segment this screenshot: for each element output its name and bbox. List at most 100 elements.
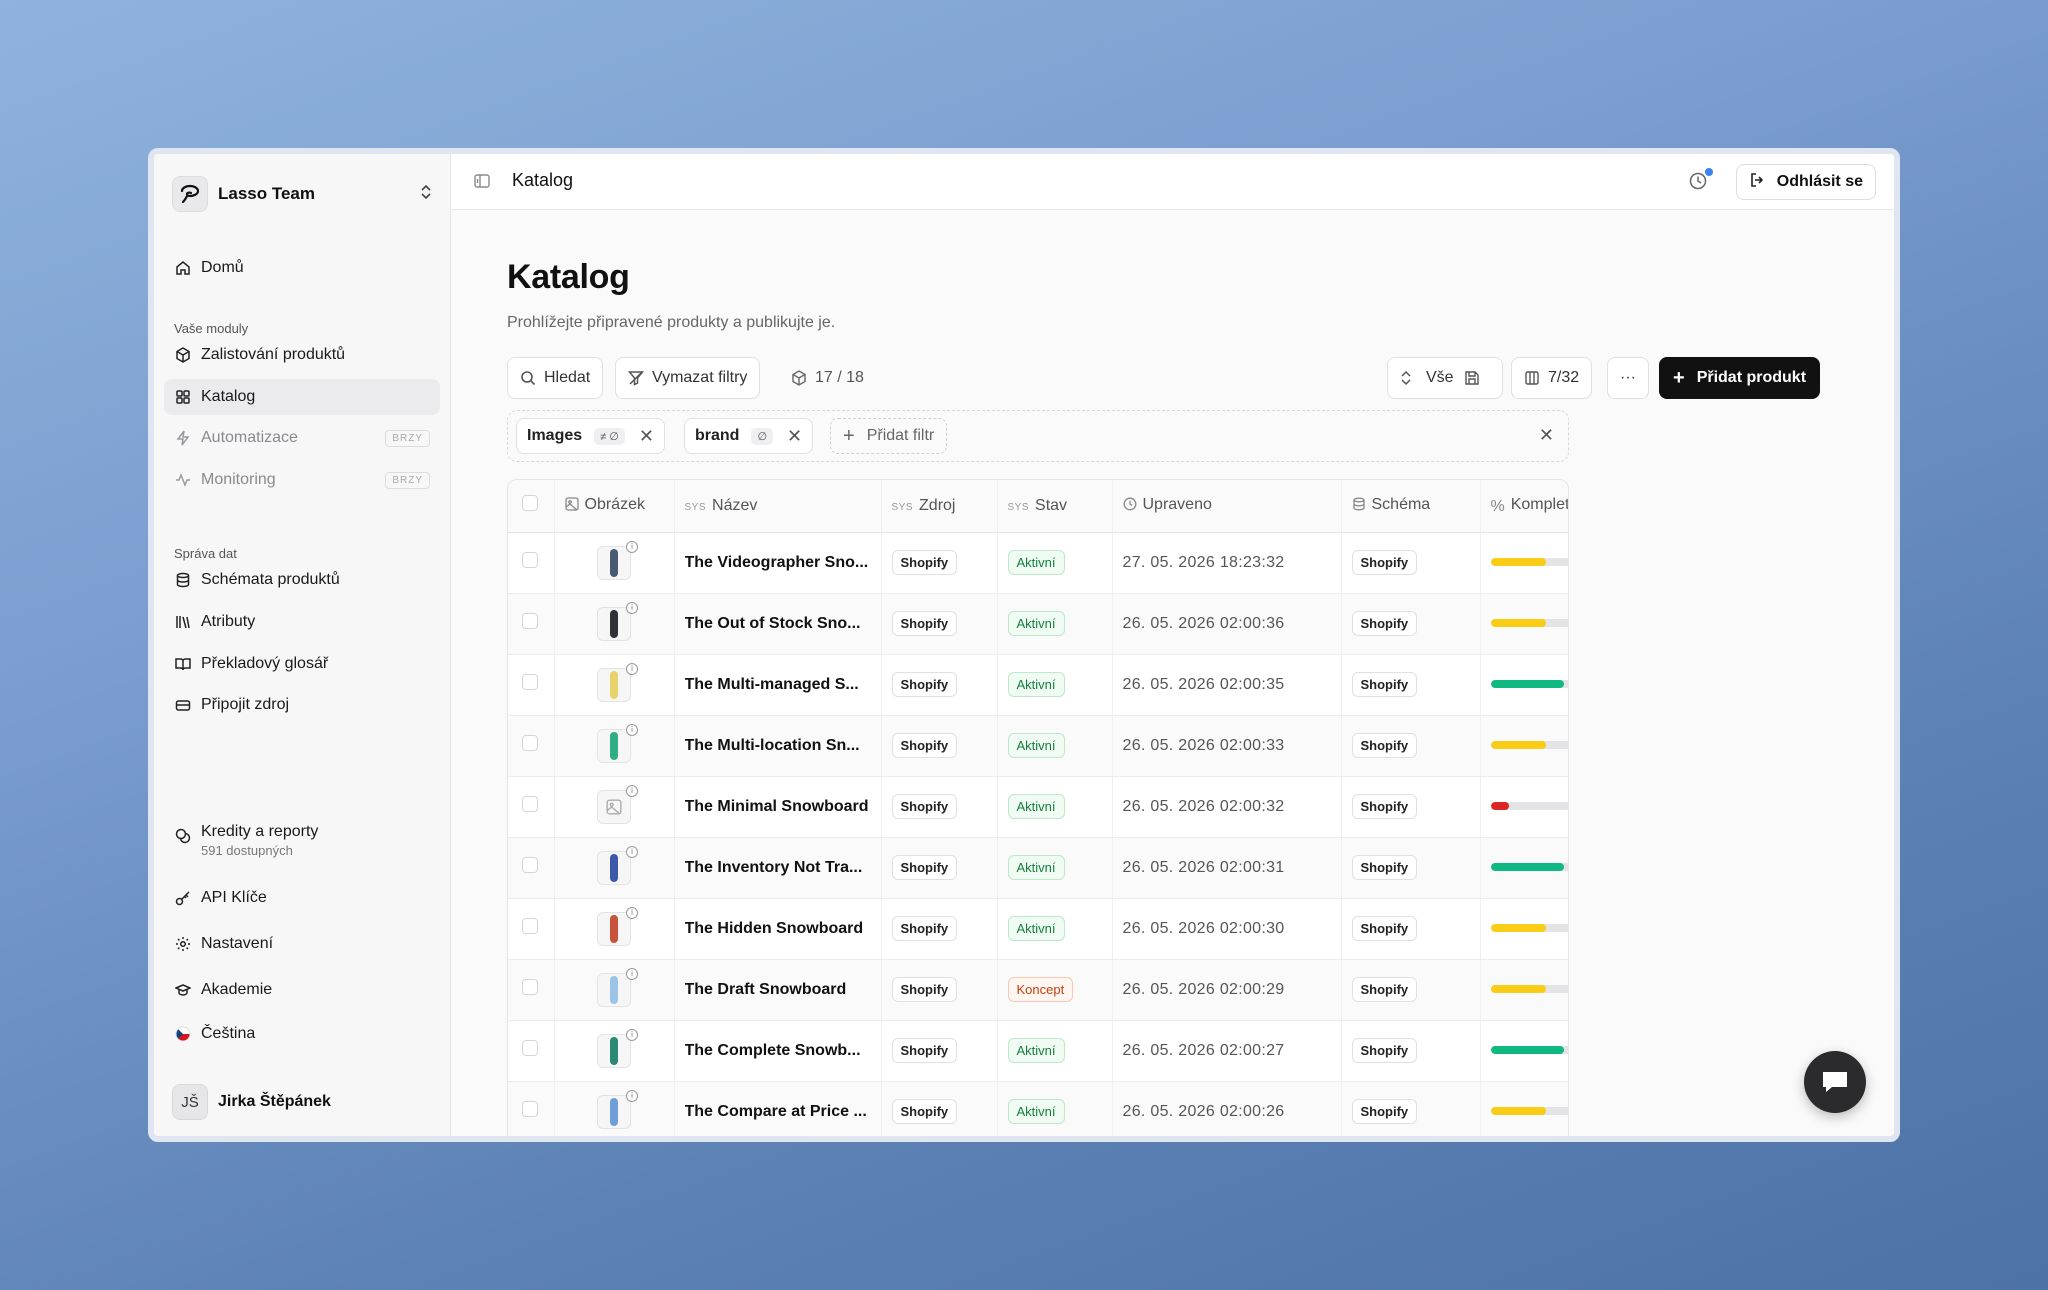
product-thumbnail[interactable]: i (597, 784, 638, 824)
filter-operator[interactable]: ∅ (751, 427, 774, 445)
sidebar-item-automation[interactable]: Automatizace BRZY (164, 420, 440, 456)
sidebar-item-connect-source[interactable]: Připojit zdroj (164, 687, 440, 723)
save-view-icon[interactable] (1464, 370, 1480, 386)
filter-chip-brand[interactable]: brand ∅ ✕ (684, 418, 814, 454)
name-cell[interactable]: The Minimal Snowboard (674, 776, 882, 838)
column-header-updated[interactable]: Upraveno (1112, 480, 1342, 533)
add-product-button[interactable]: + Přidat produkt (1659, 357, 1821, 399)
row-checkbox[interactable] (522, 735, 538, 751)
name-cell[interactable]: The Out of Stock Sno... (674, 593, 882, 655)
source-cell: Shopify (881, 1020, 998, 1082)
product-thumbnail[interactable]: i (597, 540, 638, 580)
column-header-completeness[interactable]: % Kompletnost (1480, 480, 1568, 533)
sidebar-item-credits[interactable]: Kredity a reporty 591 dostupných (164, 819, 440, 865)
table-row[interactable]: i The Complete Snowb... Shopify Aktivní 26. … (508, 1020, 1568, 1082)
sidebar-item-settings[interactable]: Nastavení (164, 926, 440, 962)
table-row[interactable]: i The Inventory Not Tra... Shopify Aktivní 2… (508, 837, 1568, 899)
clock-icon[interactable] (1688, 171, 1708, 196)
table-row[interactable]: i The Out of Stock Sno... Shopify Aktivní 26… (508, 593, 1568, 655)
product-thumbnail[interactable]: i (597, 1028, 638, 1068)
credits-available: 591 dostupných (201, 843, 293, 858)
sidebar-item-listing[interactable]: Zalistování produktů (164, 337, 440, 373)
column-header-schema[interactable]: Schéma (1341, 480, 1481, 533)
product-thumbnail[interactable]: i (597, 723, 638, 763)
info-icon[interactable]: i (626, 906, 638, 919)
filter-chip-images[interactable]: Images ≠ ∅ ✕ (516, 418, 665, 454)
row-checkbox[interactable] (522, 857, 538, 873)
table-row[interactable]: i The Multi-location Sn... Shopify Aktivní 2… (508, 715, 1568, 777)
sidebar-item-schemas[interactable]: Schémata produktů (164, 562, 440, 598)
sidebar-item-home[interactable]: Domů (164, 250, 440, 286)
row-checkbox[interactable] (522, 1040, 538, 1056)
name-cell[interactable]: The Videographer Sno... (674, 532, 882, 594)
select-all-checkbox[interactable] (522, 495, 538, 512)
column-header-image[interactable]: Obrázek (554, 480, 675, 533)
team-switcher[interactable]: Lasso Team (172, 174, 432, 214)
info-icon[interactable]: i (626, 967, 638, 980)
table-row[interactable]: i The Compare at Price ... Shopify Aktivní 2… (508, 1081, 1568, 1136)
row-checkbox[interactable] (522, 674, 538, 690)
table-row[interactable]: i The Videographer Sno... Shopify Aktivní 27… (508, 532, 1568, 594)
sidebar-item-api-keys[interactable]: API Klíče (164, 880, 440, 916)
column-header-name[interactable]: SYS Název (674, 480, 882, 533)
info-icon[interactable]: i (626, 1028, 638, 1041)
info-icon[interactable]: i (626, 662, 638, 675)
table-row[interactable]: i The Draft Snowboard Shopify Koncept 26. 05… (508, 959, 1568, 1021)
table-row[interactable]: i The Hidden Snowboard Shopify Aktivní 26. 0… (508, 898, 1568, 960)
product-thumbnail[interactable]: i (597, 662, 638, 702)
search-button[interactable]: Hledat (507, 357, 604, 399)
sidebar-item-label: API Klíče (201, 889, 267, 906)
info-icon[interactable]: i (626, 601, 638, 614)
sidebar-toggle-icon[interactable] (473, 172, 491, 195)
chat-launcher-button[interactable] (1804, 1051, 1866, 1113)
name-cell[interactable]: The Inventory Not Tra... (674, 837, 882, 899)
sidebar-item-academy[interactable]: Akademie (164, 972, 440, 1008)
sidebar-item-catalog[interactable]: Katalog (164, 379, 440, 415)
info-icon[interactable]: i (626, 540, 638, 553)
name-cell[interactable]: The Complete Snowb... (674, 1020, 882, 1082)
info-icon[interactable]: i (626, 784, 638, 797)
row-checkbox[interactable] (522, 1101, 538, 1117)
row-checkbox[interactable] (522, 918, 538, 934)
image-icon (564, 497, 579, 516)
info-icon[interactable]: i (626, 723, 638, 736)
close-icon[interactable]: ✕ (787, 426, 802, 447)
sidebar-item-glossary[interactable]: Překladový glosář (164, 646, 440, 682)
table-row[interactable]: i The Minimal Snowboard Shopify Aktivní 26. … (508, 776, 1568, 838)
column-header-source[interactable]: SYS Zdroj (881, 480, 998, 533)
add-product-label: Přidat produkt (1696, 369, 1807, 386)
row-checkbox[interactable] (522, 613, 538, 629)
name-cell[interactable]: The Multi-managed S... (674, 654, 882, 716)
close-icon[interactable]: ✕ (1539, 425, 1554, 446)
product-thumbnail[interactable]: i (597, 845, 638, 885)
chat-bubble-icon (1820, 1069, 1850, 1095)
name-cell[interactable]: The Draft Snowboard (674, 959, 882, 1021)
sidebar-item-monitoring[interactable]: Monitoring BRZY (164, 462, 440, 498)
table-row[interactable]: i The Multi-managed S... Shopify Aktivní 26.… (508, 654, 1568, 716)
row-select-cell (508, 837, 555, 899)
filter-operator[interactable]: ≠ ∅ (594, 427, 625, 445)
info-icon[interactable]: i (626, 1089, 638, 1102)
name-cell[interactable]: The Hidden Snowboard (674, 898, 882, 960)
row-checkbox[interactable] (522, 796, 538, 812)
close-icon[interactable]: ✕ (639, 426, 654, 447)
product-thumbnail[interactable]: i (597, 1089, 638, 1129)
product-thumbnail[interactable]: i (597, 967, 638, 1007)
name-cell[interactable]: The Multi-location Sn... (674, 715, 882, 777)
name-cell[interactable]: The Compare at Price ... (674, 1081, 882, 1136)
sidebar-item-attributes[interactable]: Atributy (164, 604, 440, 640)
column-header-status[interactable]: SYS Stav (997, 480, 1113, 533)
add-filter-button[interactable]: + Přidat filtr (830, 418, 948, 454)
row-checkbox[interactable] (522, 979, 538, 995)
product-thumbnail[interactable]: i (597, 906, 638, 946)
columns-button[interactable]: 7/32 (1511, 357, 1593, 399)
view-selector[interactable]: Vše (1387, 357, 1503, 399)
product-thumbnail[interactable]: i (597, 601, 638, 641)
info-icon[interactable]: i (626, 845, 638, 858)
more-options-button[interactable]: ··· (1607, 357, 1649, 399)
row-checkbox[interactable] (522, 552, 538, 568)
sidebar-item-language[interactable]: Čeština (164, 1016, 440, 1052)
logout-button[interactable]: Odhlásit se (1735, 164, 1876, 200)
clear-filters-button[interactable]: Vymazat filtry (615, 357, 761, 399)
user-profile[interactable]: JŠ Jirka Štěpánek (172, 1084, 331, 1120)
